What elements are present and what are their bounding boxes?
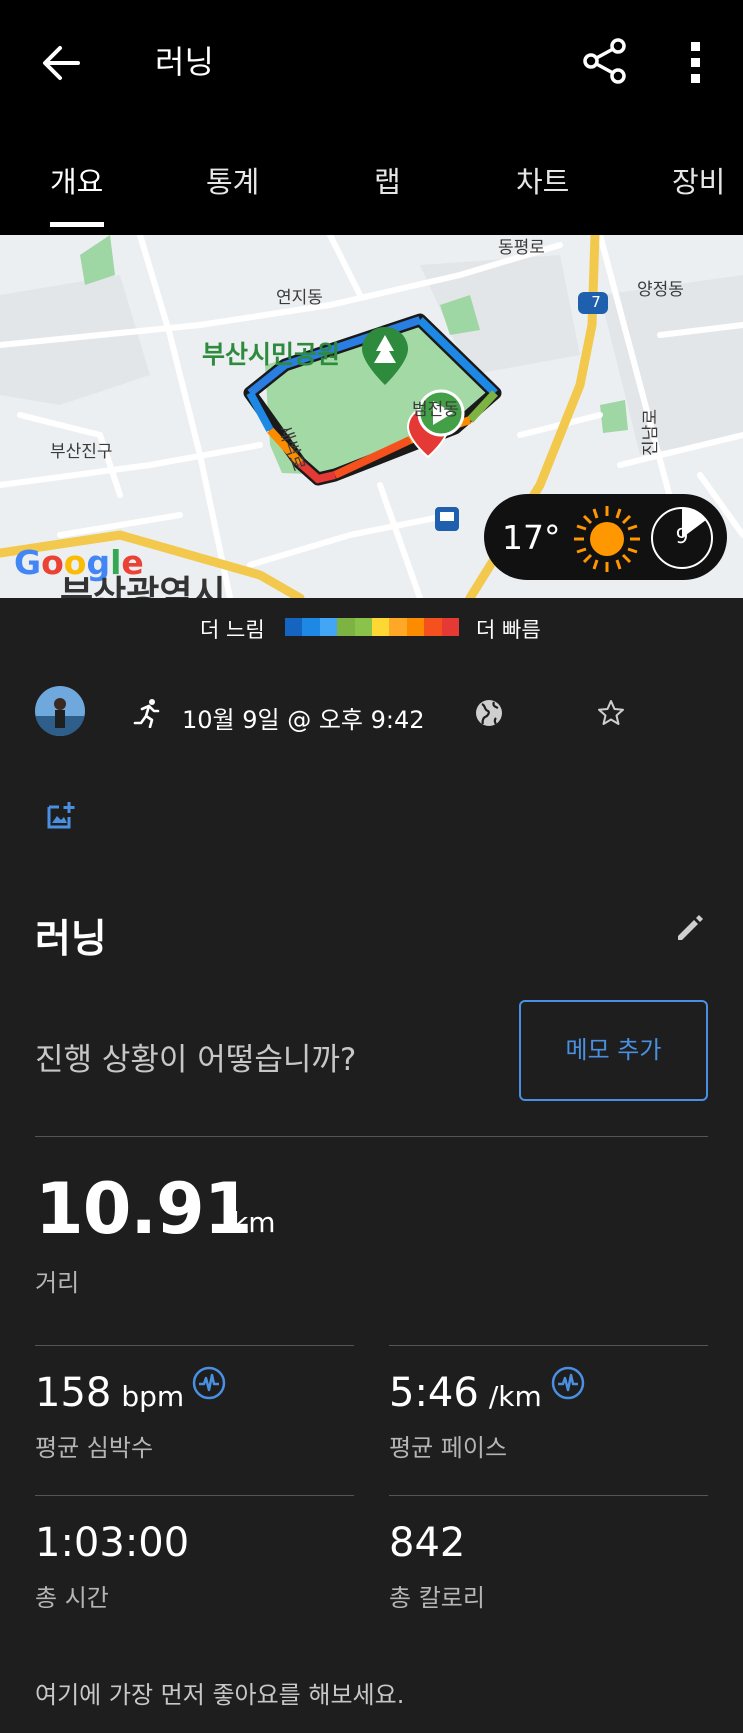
pace-color-swatch — [406, 618, 425, 636]
pace-color-swatch — [319, 618, 338, 636]
add-photo-icon[interactable] — [46, 800, 76, 830]
activity-datetime: 10월 9일 @ 오후 9:42 — [182, 706, 425, 734]
avg-pace-value: 5:46 — [389, 1370, 479, 1416]
avg-pace-stat: 5:46/km — [389, 1370, 542, 1416]
pace-color-swatch — [354, 618, 373, 636]
pace-color-swatch — [302, 618, 320, 636]
calories-label: 총 칼로리 — [389, 1584, 485, 1612]
distance-value: 10.91 — [35, 1168, 252, 1250]
arrow-left-icon[interactable] — [38, 40, 84, 86]
total-time-value: 1:03:00 — [35, 1520, 190, 1566]
map-label: 진남로 — [640, 409, 661, 456]
calories-value: 842 — [389, 1520, 466, 1566]
divider — [35, 1136, 708, 1137]
globe-icon[interactable] — [474, 698, 504, 728]
pace-color-swatch — [441, 618, 460, 636]
divider — [389, 1495, 708, 1496]
distance-label: 거리 — [35, 1269, 80, 1297]
like-prompt: 여기에 가장 먼저 좋아요를 해보세요. — [35, 1681, 405, 1709]
tab-bar: 개요 통계 랩 차트 장비 — [0, 125, 743, 227]
divider — [389, 1345, 708, 1346]
pace-color-scale — [285, 618, 460, 636]
app-bar: 러닝 — [0, 0, 743, 125]
running-icon — [133, 699, 160, 728]
divider — [35, 1495, 354, 1496]
legend-slow-label: 더 느림 — [200, 618, 265, 642]
heart-rate-icon[interactable] — [192, 1366, 226, 1400]
map-label: 부산광역시 — [60, 574, 226, 598]
avatar[interactable] — [35, 686, 85, 736]
avg-hr-label: 평균 심박수 — [35, 1434, 154, 1462]
pace-legend: 더 느림 더 빠름 — [0, 598, 743, 658]
moon-phase-value: 9 — [675, 524, 689, 548]
more-vert-icon[interactable] — [680, 38, 712, 86]
pace-color-swatch — [372, 618, 390, 636]
moon-phase-icon: 9 — [650, 506, 714, 570]
avg-hr-value: 158 — [35, 1370, 112, 1416]
tab-charts[interactable]: 차트 — [516, 159, 569, 201]
temperature: 17° — [502, 518, 561, 557]
total-time-label: 총 시간 — [35, 1584, 109, 1612]
map-label: 동평로 — [498, 238, 545, 258]
avg-pace-label: 평균 페이스 — [389, 1434, 508, 1462]
legend-fast-label: 더 빠름 — [476, 618, 541, 642]
weather-badge[interactable]: 17° 9 — [484, 494, 727, 580]
tab-laps[interactable]: 랩 — [374, 159, 401, 201]
map-label: 부산진구 — [50, 442, 113, 462]
pace-color-swatch — [389, 618, 407, 636]
activity-title: 러닝 — [35, 917, 107, 962]
avg-hr-stat: 158 bpm — [35, 1370, 184, 1416]
page-title: 러닝 — [155, 43, 214, 81]
pencil-icon[interactable] — [674, 912, 706, 944]
pace-chart-icon[interactable] — [551, 1366, 585, 1400]
progress-question: 진행 상황이 어떻습니까? — [35, 1042, 357, 1078]
pace-color-swatch — [337, 618, 355, 636]
pace-color-swatch — [424, 618, 442, 636]
avg-hr-unit: bpm — [121, 1380, 185, 1413]
tab-stats[interactable]: 통계 — [206, 159, 259, 201]
map-label: 양정동 — [637, 280, 684, 300]
map-label: 연지동 — [276, 288, 323, 308]
park-label: 부산시민공원 — [202, 340, 341, 369]
distance-unit: km — [232, 1206, 276, 1239]
sun-icon — [574, 506, 640, 572]
share-icon[interactable] — [580, 36, 630, 86]
tab-indicator — [50, 222, 104, 227]
tab-gear[interactable]: 장비 — [672, 159, 725, 201]
add-memo-button[interactable]: 메모 추가 — [519, 1000, 708, 1101]
divider — [35, 1345, 354, 1346]
avg-pace-unit: /km — [488, 1380, 542, 1413]
route-number: 7 — [591, 293, 601, 311]
activity-details: 10월 9일 @ 오후 9:42 러닝 진행 상황이 어떻습니까? 메모 추가 … — [0, 658, 743, 1733]
tab-overview[interactable]: 개요 — [50, 159, 103, 201]
map-label: 범전동 — [412, 400, 459, 420]
star-icon[interactable] — [596, 698, 626, 728]
pace-color-swatch — [285, 618, 303, 636]
